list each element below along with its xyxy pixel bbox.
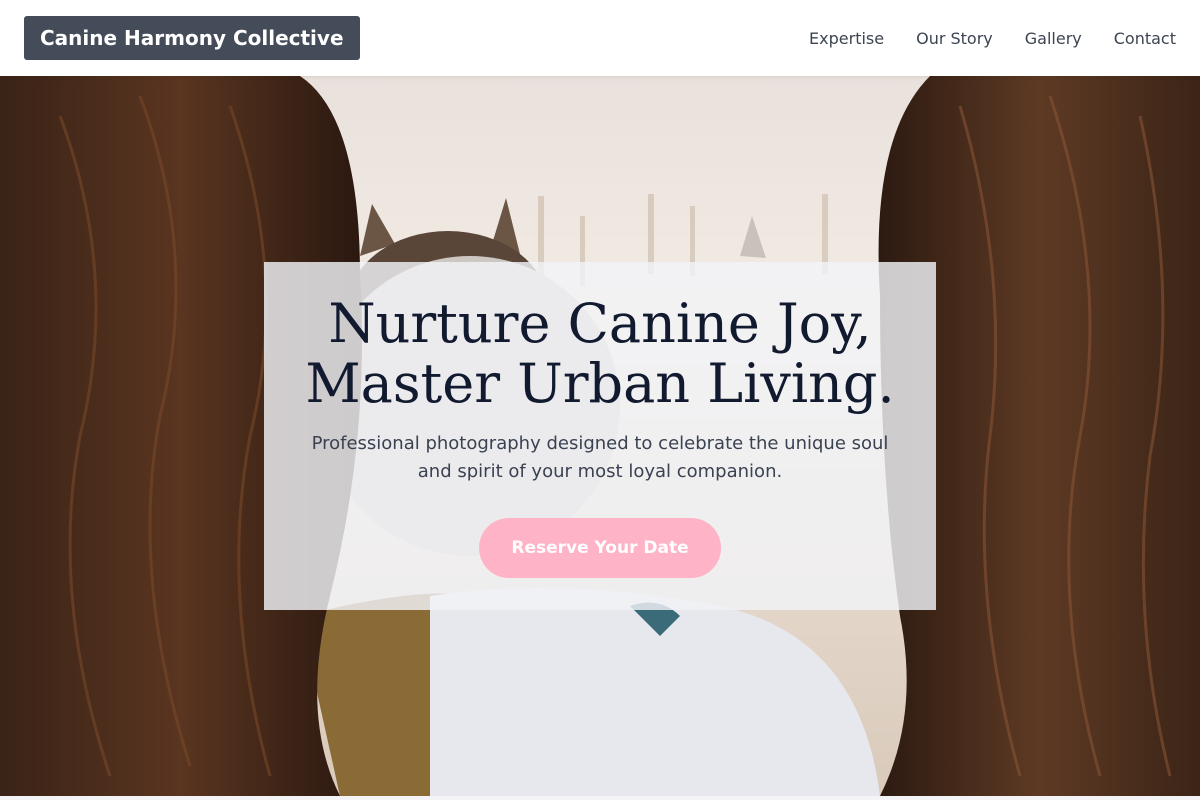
page-bottom-edge — [0, 796, 1200, 800]
hero-card: Nurture Canine Joy, Master Urban Living.… — [264, 262, 936, 610]
reserve-date-button[interactable]: Reserve Your Date — [479, 518, 721, 578]
hero-section: Nurture Canine Joy, Master Urban Living.… — [0, 76, 1200, 796]
hero-subtitle: Professional photography designed to cel… — [311, 433, 889, 482]
headline-line-1: Nurture Canine Joy, — [328, 292, 872, 355]
nav-link-contact[interactable]: Contact — [1114, 29, 1176, 48]
site-header: Canine Harmony Collective Expertise Our … — [0, 0, 1200, 76]
nav-link-our-story[interactable]: Our Story — [916, 29, 993, 48]
nav-link-expertise[interactable]: Expertise — [809, 29, 884, 48]
headline-line-2: Master Urban Living. — [305, 352, 895, 415]
hero-headline: Nurture Canine Joy, Master Urban Living. — [305, 294, 894, 414]
brand-logo[interactable]: Canine Harmony Collective — [24, 16, 360, 60]
nav-link-gallery[interactable]: Gallery — [1025, 29, 1082, 48]
main-nav: Expertise Our Story Gallery Contact — [809, 29, 1176, 48]
